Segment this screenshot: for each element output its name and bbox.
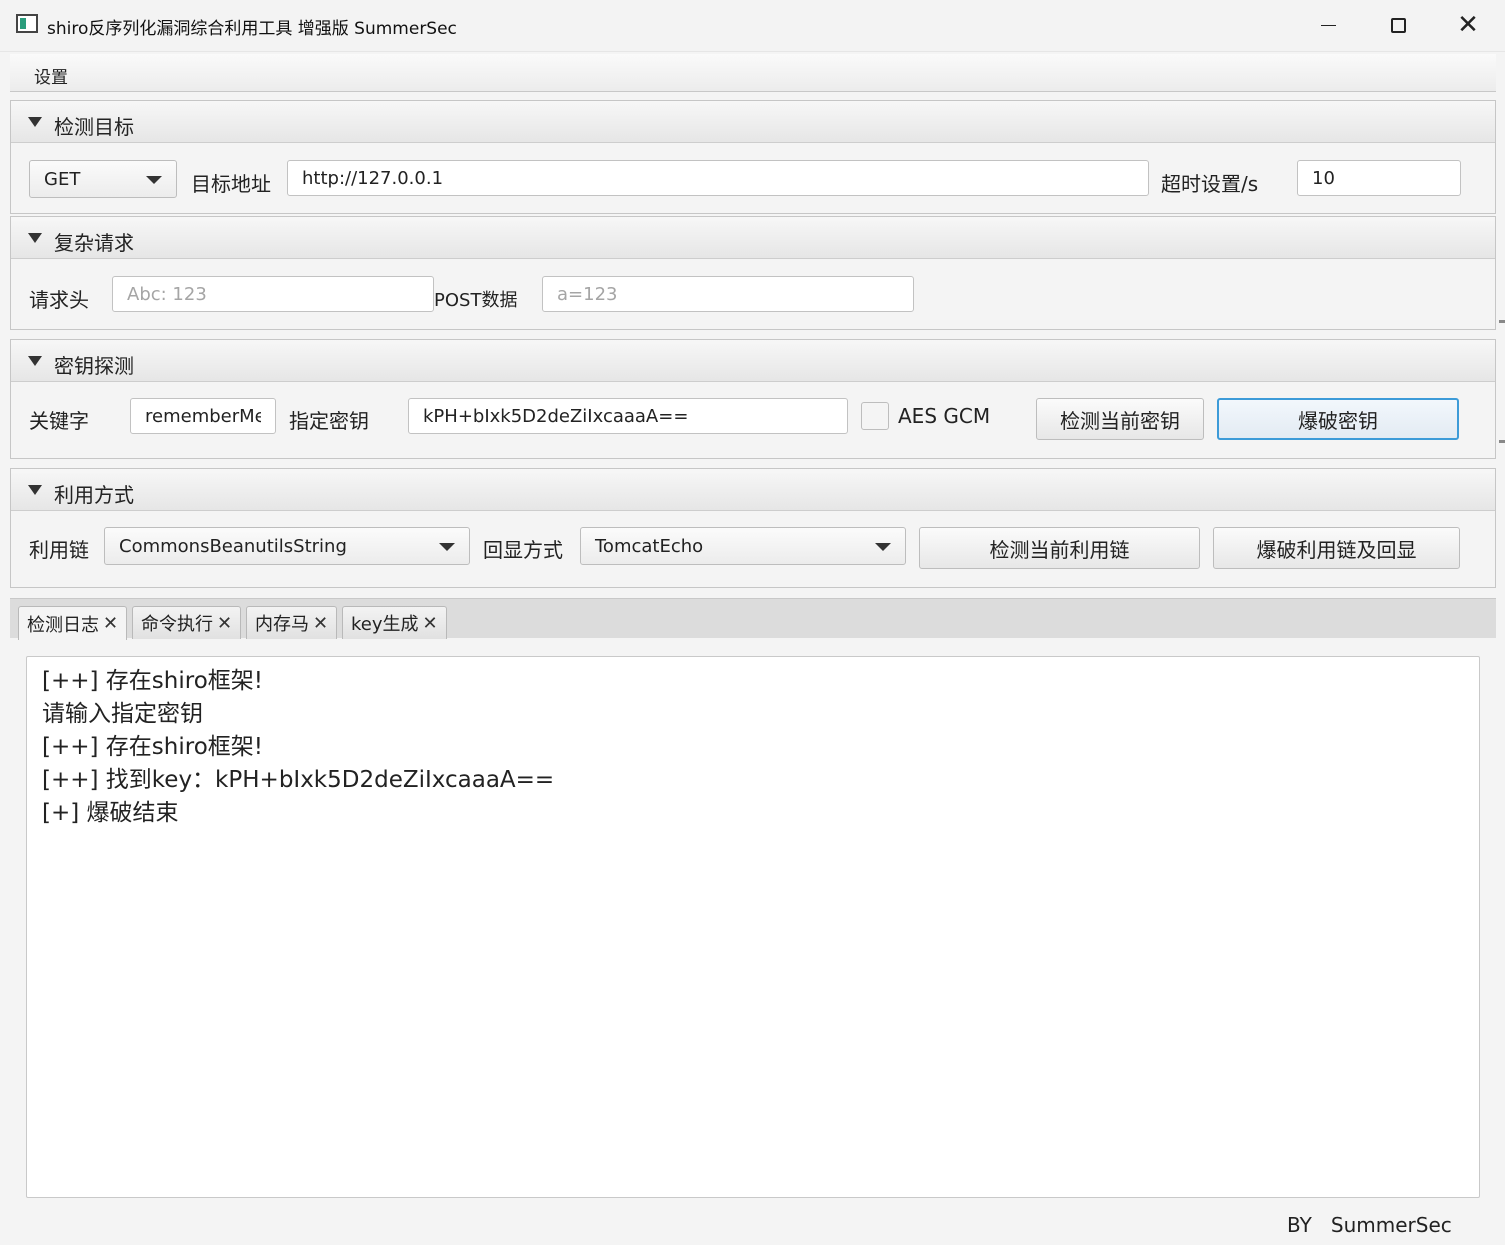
section-target-title: 检测目标 <box>54 115 134 139</box>
collapse-triangle-icon <box>28 117 42 127</box>
post-data-input[interactable] <box>542 276 914 312</box>
url-label: 目标地址 <box>191 172 271 196</box>
echo-value: TomcatEcho <box>595 536 704 557</box>
tab-command-exec[interactable]: 命令执行 ✕ <box>132 606 242 639</box>
chevron-down-icon <box>875 543 891 551</box>
log-line: [++] 存在shiro框架! <box>42 734 263 760</box>
tab-label: 检测日志 <box>27 614 99 636</box>
timeout-input[interactable] <box>1297 160 1461 196</box>
brute-chain-button[interactable]: 爆破利用链及回显 <box>1213 527 1460 569</box>
section-key-detect: 密钥探测 关键字 指定密钥 AES GCM 检测当前密钥 爆破密钥 <box>10 339 1496 459</box>
detect-chain-button[interactable]: 检测当前利用链 <box>919 527 1200 569</box>
title-bar: shiro反序列化漏洞综合利用工具 增强版 SummerSec ✕ <box>0 0 1505 52</box>
tab-bar: 检测日志 ✕ 命令执行 ✕ 内存马 ✕ key生成 ✕ <box>10 598 1496 640</box>
log-line: [++] 找到key：kPH+bIxk5D2deZiIxcaaaA== <box>42 767 555 793</box>
brute-key-button[interactable]: 爆破密钥 <box>1217 398 1459 440</box>
header-input[interactable] <box>112 276 434 312</box>
minimize-icon <box>1320 24 1336 26</box>
section-key-title: 密钥探测 <box>54 354 134 378</box>
echo-label: 回显方式 <box>483 538 563 562</box>
tab-detect-log[interactable]: 检测日志 ✕ <box>18 606 128 640</box>
gadget-chain-value: CommonsBeanutilsString <box>119 536 347 557</box>
aes-gcm-checkbox[interactable] <box>861 402 889 430</box>
echo-select[interactable]: TomcatEcho <box>580 527 906 565</box>
tab-key-gen[interactable]: key生成 ✕ <box>342 606 447 639</box>
close-icon[interactable]: ✕ <box>217 613 232 634</box>
log-textarea[interactable]: [++] 存在shiro框架! 请输入指定密钥 [++] 存在shiro框架! … <box>26 656 1480 1198</box>
keyword-input[interactable] <box>130 398 276 434</box>
close-icon[interactable]: ✕ <box>423 613 438 634</box>
section-key-header[interactable]: 密钥探测 <box>11 340 1495 382</box>
tab-memshell[interactable]: 内存马 ✕ <box>246 606 338 639</box>
close-icon: ✕ <box>1457 10 1479 40</box>
detect-key-button[interactable]: 检测当前密钥 <box>1036 398 1204 440</box>
menu-settings[interactable]: 设置 <box>34 63 68 88</box>
menu-bar: 设置 <box>10 54 1496 92</box>
tab-label: key生成 <box>351 614 419 635</box>
collapse-triangle-icon <box>28 485 42 495</box>
section-exploit: 利用方式 利用链 CommonsBeanutilsString 回显方式 Tom… <box>10 468 1496 588</box>
maximize-button[interactable] <box>1368 4 1428 46</box>
tab-label: 命令执行 <box>141 614 213 635</box>
key-input[interactable] <box>408 398 848 434</box>
footer-credit: BY SummerSec <box>1287 1213 1452 1237</box>
close-icon[interactable]: ✕ <box>313 613 328 634</box>
section-complex-request: 复杂请求 请求头 POST数据 <box>10 216 1496 330</box>
post-data-label: POST数据 <box>434 290 518 311</box>
section-exploit-title: 利用方式 <box>54 483 134 507</box>
method-select-value: GET <box>44 169 81 190</box>
app-icon <box>16 14 38 33</box>
log-line: [++] 存在shiro框架! <box>42 668 263 694</box>
window-title: shiro反序列化漏洞综合利用工具 增强版 SummerSec <box>47 19 457 39</box>
gadget-chain-select[interactable]: CommonsBeanutilsString <box>104 527 470 565</box>
gadget-chain-label: 利用链 <box>29 538 89 562</box>
method-select[interactable]: GET <box>29 160 177 198</box>
tab-label: 内存马 <box>255 614 309 635</box>
section-complex-title: 复杂请求 <box>54 231 134 255</box>
log-line: [+] 爆破结束 <box>42 800 179 826</box>
collapse-triangle-icon <box>28 233 42 243</box>
maximize-icon <box>1390 17 1406 33</box>
section-complex-header[interactable]: 复杂请求 <box>11 217 1495 259</box>
section-target: 检测目标 GET 目标地址 超时设置/s <box>10 100 1496 214</box>
log-line: 请输入指定密钥 <box>42 701 203 727</box>
url-input[interactable] <box>287 160 1149 196</box>
window-edge-mark <box>1499 440 1505 443</box>
section-exploit-header[interactable]: 利用方式 <box>11 469 1495 511</box>
chevron-down-icon <box>439 543 455 551</box>
timeout-label: 超时设置/s <box>1161 172 1259 196</box>
minimize-button[interactable] <box>1298 4 1358 46</box>
key-label: 指定密钥 <box>289 409 369 433</box>
section-target-header[interactable]: 检测目标 <box>11 101 1495 143</box>
close-button[interactable]: ✕ <box>1438 4 1498 46</box>
window-edge-mark <box>1499 320 1505 323</box>
chevron-down-icon <box>146 176 162 184</box>
aes-gcm-label: AES GCM <box>898 404 991 428</box>
collapse-triangle-icon <box>28 356 42 366</box>
close-icon[interactable]: ✕ <box>103 613 118 634</box>
header-label: 请求头 <box>29 288 89 312</box>
keyword-label: 关键字 <box>29 409 89 433</box>
